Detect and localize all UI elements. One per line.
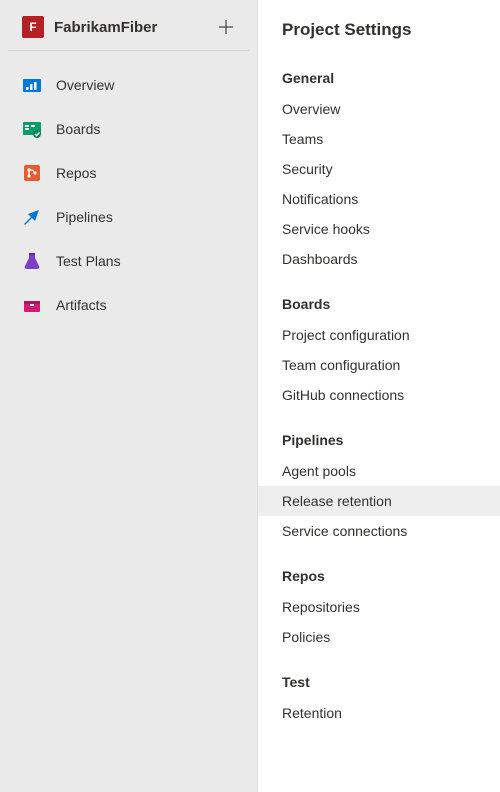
settings-item-github-connections[interactable]: GitHub connections	[258, 380, 500, 410]
testplans-icon	[22, 251, 42, 271]
settings-item-teams[interactable]: Teams	[258, 124, 500, 154]
settings-item-team-config[interactable]: Team configuration	[258, 350, 500, 380]
settings-item-repositories[interactable]: Repositories	[258, 592, 500, 622]
settings-item-service-connections[interactable]: Service connections	[258, 516, 500, 546]
settings-item-service-hooks[interactable]: Service hooks	[258, 214, 500, 244]
sidebar-item-label: Boards	[56, 121, 100, 137]
settings-item-dashboards[interactable]: Dashboards	[258, 244, 500, 274]
boards-icon	[22, 119, 42, 139]
section-heading-pipelines: Pipelines	[258, 420, 500, 456]
project-settings-panel: Project Settings General Overview Teams …	[258, 0, 500, 792]
sidebar-item-overview[interactable]: Overview	[6, 63, 251, 107]
sidebar-item-repos[interactable]: Repos	[6, 151, 251, 195]
settings-item-project-config[interactable]: Project configuration	[258, 320, 500, 350]
project-name: FabrikamFiber	[54, 19, 217, 36]
sidebar-item-testplans[interactable]: Test Plans	[6, 239, 251, 283]
sidebar-item-label: Overview	[56, 77, 114, 93]
repos-icon	[22, 163, 42, 183]
sidebar-header: F FabrikamFiber	[8, 8, 249, 51]
settings-item-policies[interactable]: Policies	[258, 622, 500, 652]
settings-item-notifications[interactable]: Notifications	[258, 184, 500, 214]
sidebar-item-pipelines[interactable]: Pipelines	[6, 195, 251, 239]
project-badge: F	[22, 16, 44, 38]
overview-icon	[22, 75, 42, 95]
settings-item-security[interactable]: Security	[258, 154, 500, 184]
project-sidebar: F FabrikamFiber Overview	[0, 0, 258, 792]
section-heading-repos: Repos	[258, 556, 500, 592]
sidebar-nav: Overview Boards Repos	[0, 51, 257, 339]
settings-item-agent-pools[interactable]: Agent pools	[258, 456, 500, 486]
section-heading-test: Test	[258, 662, 500, 698]
section-heading-general: General	[258, 58, 500, 94]
settings-item-overview[interactable]: Overview	[258, 94, 500, 124]
sidebar-item-artifacts[interactable]: Artifacts	[6, 283, 251, 327]
sidebar-item-label: Repos	[56, 165, 96, 181]
sidebar-item-label: Test Plans	[56, 253, 121, 269]
section-heading-boards: Boards	[258, 284, 500, 320]
settings-item-retention[interactable]: Retention	[258, 698, 500, 728]
add-icon[interactable]	[217, 18, 235, 36]
sidebar-item-label: Pipelines	[56, 209, 113, 225]
settings-item-release-retention[interactable]: Release retention	[258, 486, 500, 516]
sidebar-item-label: Artifacts	[56, 297, 107, 313]
page-title: Project Settings	[258, 20, 500, 58]
sidebar-item-boards[interactable]: Boards	[6, 107, 251, 151]
artifacts-icon	[22, 295, 42, 315]
pipelines-icon	[22, 207, 42, 227]
